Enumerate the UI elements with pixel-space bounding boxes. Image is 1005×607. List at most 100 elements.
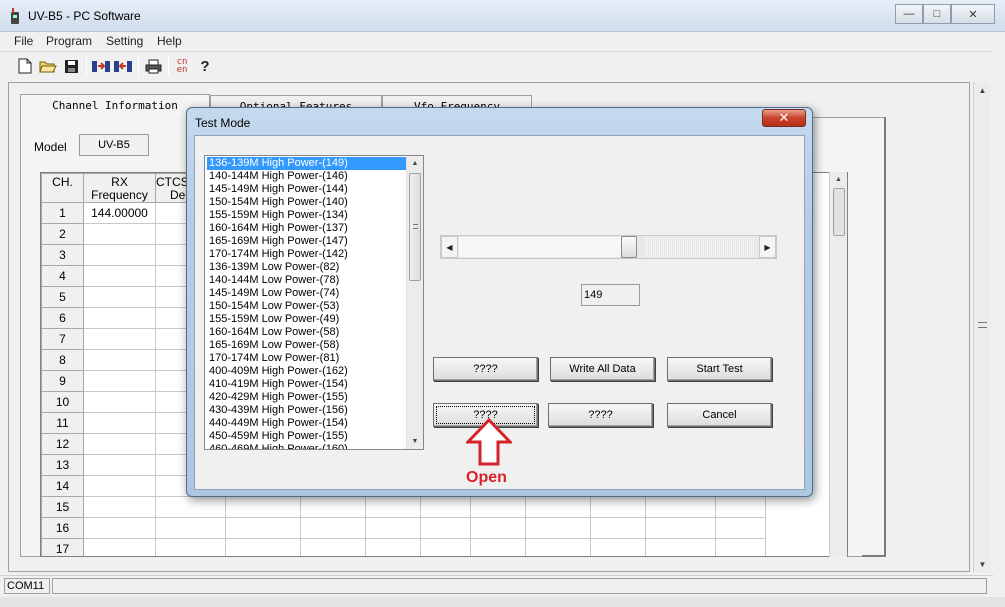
grid-cell[interactable]	[420, 517, 472, 539]
unknown-button-2[interactable]: ????	[548, 403, 653, 427]
list-item[interactable]: 450-459M High Power-(155)	[207, 430, 407, 443]
list-item[interactable]: 430-439M High Power-(156)	[207, 404, 407, 417]
list-item[interactable]: 150-154M High Power-(140)	[207, 196, 407, 209]
list-item[interactable]: 170-174M High Power-(142)	[207, 248, 407, 261]
grid-cell[interactable]	[300, 496, 367, 518]
grid-cell[interactable]	[83, 496, 156, 518]
save-icon[interactable]	[60, 55, 82, 77]
grid-cell[interactable]	[715, 496, 767, 518]
list-item[interactable]: 140-144M High Power-(146)	[207, 170, 407, 183]
grid-cell[interactable]	[645, 517, 717, 539]
grid-cell[interactable]	[83, 286, 156, 308]
grid-cell[interactable]	[225, 496, 302, 518]
grid-cell[interactable]	[470, 517, 527, 539]
grid-cell[interactable]	[715, 517, 767, 539]
list-item[interactable]: 410-419M High Power-(154)	[207, 378, 407, 391]
dialog-close-button[interactable]: ✕	[762, 109, 806, 127]
grid-scroll-up-icon[interactable]: ▲	[830, 172, 847, 186]
grid-cell[interactable]	[83, 223, 156, 245]
list-item[interactable]: 155-159M High Power-(134)	[207, 209, 407, 222]
power-value-field[interactable]: 149	[581, 284, 640, 306]
open-folder-icon[interactable]	[37, 55, 59, 77]
grid-cell[interactable]	[83, 349, 156, 371]
grid-cell[interactable]	[83, 538, 156, 556]
grid-cell[interactable]	[420, 496, 472, 518]
grid-cell[interactable]	[83, 370, 156, 392]
write-all-data-button[interactable]: Write All Data	[550, 357, 655, 381]
write-to-radio-icon[interactable]	[112, 55, 134, 77]
list-item[interactable]: 400-409M High Power-(162)	[207, 365, 407, 378]
minimize-button[interactable]: —	[895, 4, 923, 24]
maximize-button[interactable]: □	[923, 4, 951, 24]
list-item[interactable]: 140-144M Low Power-(78)	[207, 274, 407, 287]
grid-cell[interactable]	[300, 538, 367, 556]
tab-channel-information[interactable]: Channel Information	[20, 94, 210, 118]
listbox-scroll-thumb[interactable]	[409, 173, 421, 281]
slider-right-arrow-icon[interactable]: ▶	[759, 236, 776, 258]
list-item[interactable]: 145-149M High Power-(144)	[207, 183, 407, 196]
list-item[interactable]: 160-164M Low Power-(58)	[207, 326, 407, 339]
menu-program[interactable]: Program	[46, 34, 92, 48]
new-file-icon[interactable]	[14, 55, 36, 77]
grid-cell[interactable]	[83, 244, 156, 266]
grid-cell[interactable]	[83, 475, 156, 497]
grid-cell[interactable]	[470, 496, 527, 518]
grid-cell[interactable]	[225, 538, 302, 556]
close-button[interactable]: ✕	[951, 4, 995, 24]
scroll-up-icon[interactable]: ▲	[974, 82, 991, 98]
scroll-down-icon[interactable]: ▼	[974, 556, 991, 572]
read-from-radio-icon[interactable]	[90, 55, 112, 77]
list-item[interactable]: 460-469M High Power-(160)	[207, 443, 407, 449]
power-slider[interactable]: ◀ ▶	[440, 235, 777, 259]
grid-cell[interactable]: 144.00000	[83, 202, 156, 224]
cancel-button[interactable]: Cancel	[667, 403, 772, 427]
list-item[interactable]: 136-139M High Power-(149)	[207, 157, 407, 170]
list-item[interactable]: 420-429M High Power-(155)	[207, 391, 407, 404]
grid-vertical-scrollbar[interactable]: ▲	[829, 172, 847, 557]
grid-cell[interactable]	[300, 517, 367, 539]
language-cn-en-icon[interactable]: cn en	[171, 55, 193, 77]
start-test-button[interactable]: Start Test	[667, 357, 772, 381]
grid-cell[interactable]	[83, 328, 156, 350]
listbox-scrollbar[interactable]: ▲ ▼	[406, 156, 423, 449]
menu-setting[interactable]: Setting	[106, 34, 143, 48]
grid-cell[interactable]	[225, 517, 302, 539]
grid-scroll-thumb[interactable]	[833, 188, 845, 236]
grid-cell[interactable]	[590, 517, 647, 539]
slider-track-right[interactable]	[645, 237, 755, 257]
list-item[interactable]: 165-169M Low Power-(58)	[207, 339, 407, 352]
power-level-listbox[interactable]: 460-469M High Power-(160) 450-459M High P…	[204, 155, 424, 450]
slider-left-arrow-icon[interactable]: ◀	[441, 236, 458, 258]
menu-help[interactable]: Help	[157, 34, 182, 48]
grid-cell[interactable]	[645, 538, 717, 556]
grid-cell[interactable]	[645, 496, 717, 518]
grid-cell[interactable]	[365, 517, 422, 539]
title-bar[interactable]: UV-B5 - PC Software — □ ✕	[0, 0, 1005, 32]
grid-cell[interactable]	[525, 538, 592, 556]
list-item[interactable]: 440-449M High Power-(154)	[207, 417, 407, 430]
list-item[interactable]: 136-139M Low Power-(82)	[207, 261, 407, 274]
grid-cell[interactable]	[365, 496, 422, 518]
grid-cell[interactable]	[420, 538, 472, 556]
grid-cell[interactable]	[154, 538, 227, 556]
grid-cell[interactable]	[590, 496, 647, 518]
list-item[interactable]: 165-169M High Power-(147)	[207, 235, 407, 248]
list-item[interactable]: 160-164M High Power-(137)	[207, 222, 407, 235]
list-item[interactable]: 150-154M Low Power-(53)	[207, 300, 407, 313]
list-item[interactable]: 155-159M Low Power-(49)	[207, 313, 407, 326]
grid-cell[interactable]	[365, 538, 422, 556]
unknown-button-1[interactable]: ????	[433, 357, 538, 381]
list-item[interactable]: 170-174M Low Power-(81)	[207, 352, 407, 365]
help-icon[interactable]: ?	[194, 55, 216, 77]
grid-cell[interactable]	[525, 517, 592, 539]
listbox-scroll-down-icon[interactable]: ▼	[407, 434, 423, 448]
grid-cell[interactable]	[590, 538, 647, 556]
grid-cell[interactable]	[83, 454, 156, 476]
grid-cell[interactable]	[154, 517, 227, 539]
grid-cell[interactable]	[525, 496, 592, 518]
grid-cell[interactable]	[83, 412, 156, 434]
main-vertical-scrollbar[interactable]: ▲ ▼	[973, 82, 990, 572]
slider-thumb[interactable]	[621, 236, 638, 258]
grid-cell[interactable]	[83, 433, 156, 455]
print-icon[interactable]	[142, 55, 164, 77]
